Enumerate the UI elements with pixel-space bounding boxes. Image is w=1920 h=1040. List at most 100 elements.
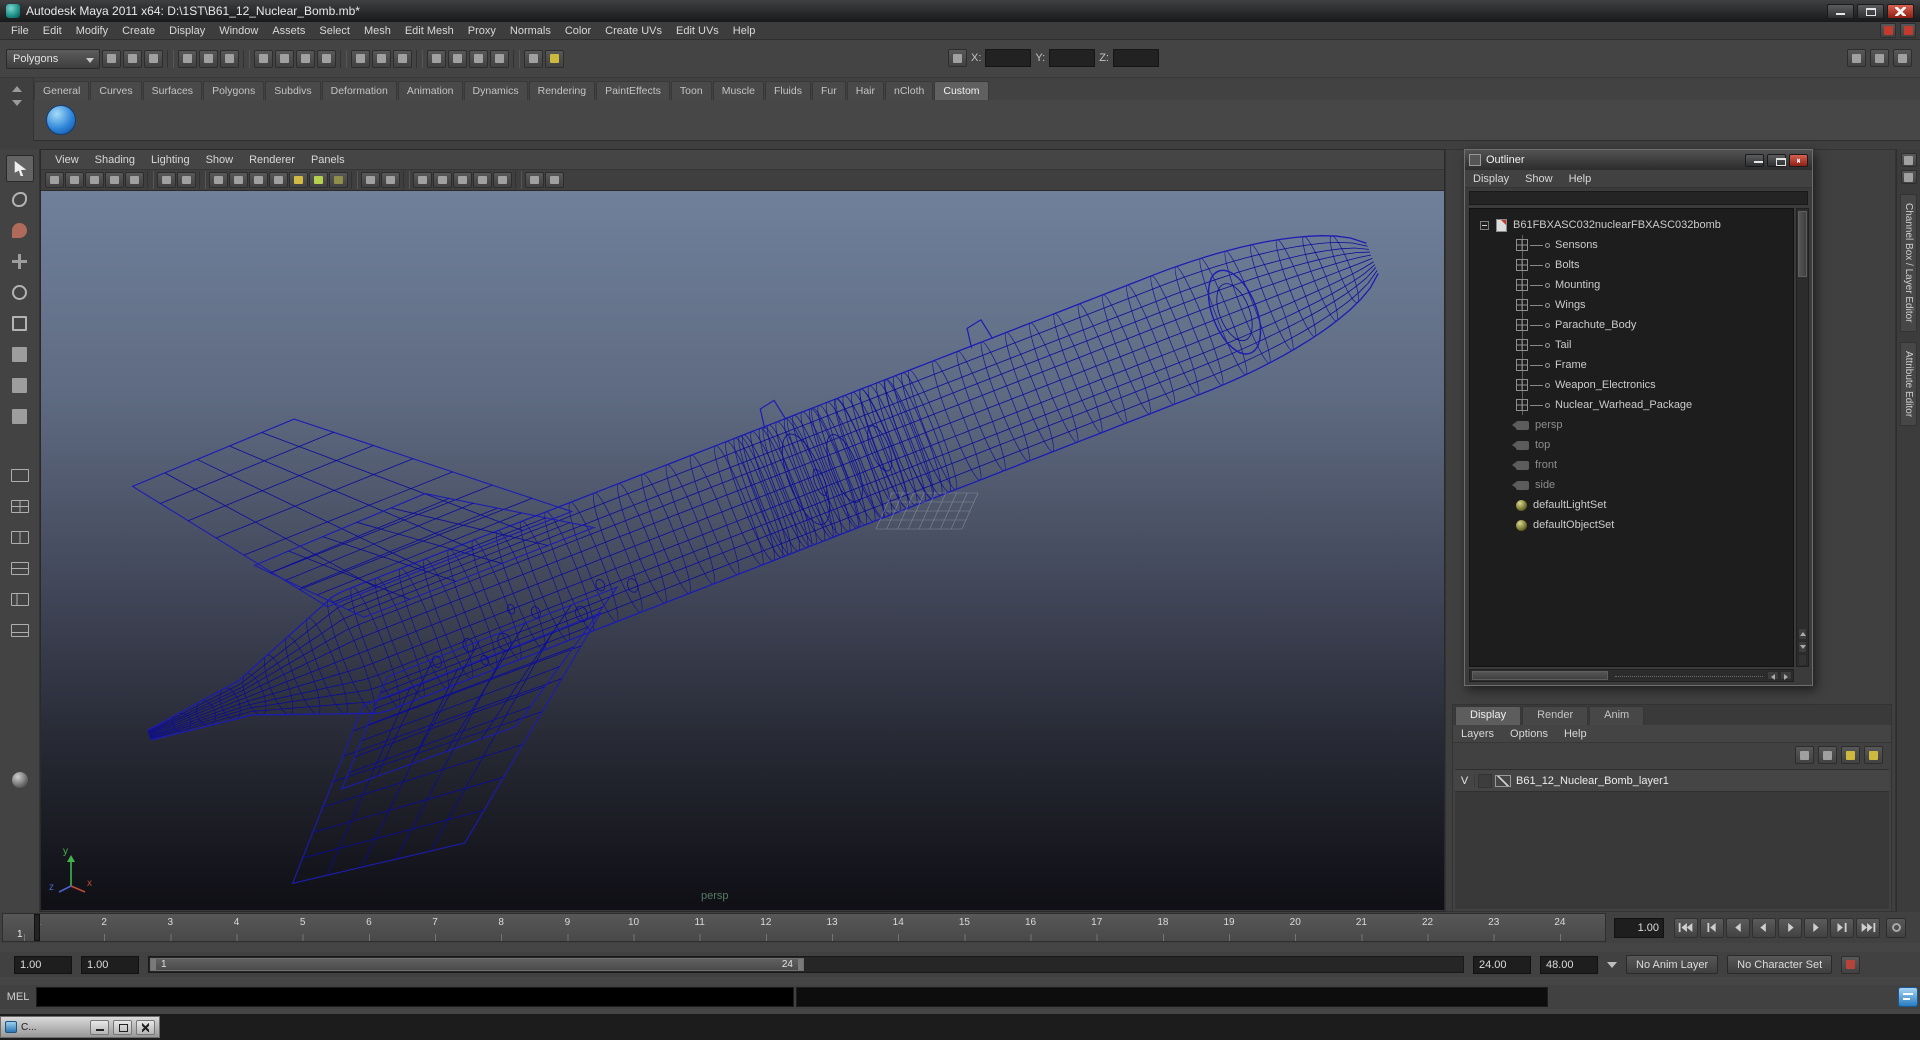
outliner-filter-input[interactable] [1469,191,1808,205]
textured-display-icon[interactable] [249,172,268,188]
select-camera-icon[interactable] [45,172,64,188]
script-editor-button[interactable] [1898,987,1918,1007]
persp-outliner-layout[interactable] [6,586,34,613]
range-slider[interactable]: 1 24 [148,956,1464,973]
menu-mesh[interactable]: Mesh [357,22,398,40]
shelf-tab-painteffects[interactable]: PaintEffects [596,81,670,100]
shelf-tab-fluids[interactable]: Fluids [764,81,811,100]
current-time-marker[interactable] [34,914,40,941]
app-badge-icon[interactable] [1880,23,1896,38]
layer-move-down-icon[interactable] [1818,746,1837,764]
scale-tool[interactable] [6,310,34,337]
image-plane-icon[interactable] [125,172,144,188]
layer-row[interactable]: V B61_12_Nuclear_Bomb_layer1 [1455,770,1889,792]
show-manipulator-tool[interactable] [6,403,34,430]
scroll-left-button[interactable] [1767,671,1779,680]
outliner-menu-help[interactable]: Help [1561,170,1600,188]
layer-menu-layers[interactable]: Layers [1453,725,1502,743]
pane-layout-icon[interactable] [1870,49,1889,67]
shelf-tab-toon[interactable]: Toon [670,81,712,100]
move-tool[interactable] [6,248,34,275]
menu-edit[interactable]: Edit [36,22,69,40]
scrollbar-thumb[interactable] [1798,211,1807,277]
shelf-tab-surfaces[interactable]: Surfaces [142,81,203,100]
shelf-tab-subdivs[interactable]: Subdivs [265,81,321,100]
select-component-icon[interactable] [220,49,239,68]
scrollbar-thumb[interactable] [1472,671,1608,680]
lighting-icon[interactable] [309,172,328,188]
single-pane-layout[interactable] [6,462,34,489]
shelf-tab-fur[interactable]: Fur [811,81,846,100]
outliner-item-wings[interactable]: Wings [1470,295,1793,315]
layer-editor-tab-display[interactable]: Display [1455,706,1522,725]
rotate-tool[interactable] [6,279,34,306]
dock-toggle-icon[interactable] [1900,153,1917,167]
render-globals-icon[interactable] [545,172,564,188]
character-set-dropdown[interactable]: No Character Set [1727,955,1833,974]
playback-start-field[interactable]: 1.00 [81,955,139,974]
scroll-right-button[interactable] [1780,671,1792,680]
menu-modify[interactable]: Modify [69,22,115,40]
animation-end-field[interactable]: 48.00 [1540,955,1598,974]
resolution-gate-icon[interactable] [433,172,452,188]
maximize-button[interactable] [1857,3,1884,19]
safe-title-icon[interactable] [493,172,512,188]
panel-close-icon[interactable] [1900,23,1916,38]
new-layer-from-selection-icon[interactable] [1864,746,1883,764]
construction-history-icon[interactable] [393,49,412,68]
anim-layer-dropdown[interactable]: No Anim Layer [1626,955,1719,974]
outliner-item-front[interactable]: front [1470,455,1793,475]
use-all-lights-icon[interactable] [269,172,288,188]
animation-start-field[interactable]: 1.00 [14,955,72,974]
miniwin-close-button[interactable] [136,1019,155,1035]
outliner-menu-display[interactable]: Display [1465,170,1517,188]
camera-attributes-icon[interactable] [85,172,104,188]
shelf-collapse-control[interactable] [0,78,34,141]
layer-name[interactable]: B61_12_Nuclear_Bomb_layer1 [1516,775,1669,787]
outliner-vertical-scrollbar[interactable] [1796,208,1809,667]
shelf-tab-deformation[interactable]: Deformation [321,81,397,100]
render-view-icon[interactable] [427,49,446,68]
layer-menu-options[interactable]: Options [1502,725,1556,743]
outliner-item-parachute-body[interactable]: Parachute_Body [1470,315,1793,335]
viewport-menu-lighting[interactable]: Lighting [143,151,198,169]
open-scene-icon[interactable] [123,49,142,68]
miniwin-minimize-button[interactable] [90,1019,109,1035]
layer-move-up-icon[interactable] [1795,746,1814,764]
outliner-item-mounting[interactable]: Mounting [1470,275,1793,295]
outliner-close-button[interactable] [1789,153,1808,167]
shelf-tab-dynamics[interactable]: Dynamics [463,81,528,100]
snap-grid-icon[interactable] [254,49,273,68]
outliner-item-sensons[interactable]: Sensons [1470,235,1793,255]
go-to-end-button[interactable] [1856,917,1880,938]
outliner-item-top[interactable]: top [1470,435,1793,455]
raise-panels-icon[interactable] [1847,49,1866,67]
step-back-key-button[interactable] [1726,917,1750,938]
select-tool[interactable] [5,155,34,182]
go-to-start-button[interactable] [1674,917,1698,938]
menu-edit-uvs[interactable]: Edit UVs [669,22,726,40]
shelf-tab-polygons[interactable]: Polygons [203,81,265,100]
animation-preferences-icon[interactable] [1886,917,1906,938]
outliner-item-weapon-electronics[interactable]: Weapon_Electronics [1470,375,1793,395]
viewport-menu-renderer[interactable]: Renderer [241,151,303,169]
snap-curve-icon[interactable] [275,49,294,68]
shadows-icon[interactable] [329,172,348,188]
render-settings-icon[interactable] [490,49,509,68]
menu-create[interactable]: Create [115,22,162,40]
outliner-title-bar[interactable]: Outliner [1465,150,1812,170]
miniwin-restore-button[interactable] [113,1019,132,1035]
select-by-name-icon[interactable] [948,49,967,67]
shelf-tab-hair[interactable]: Hair [846,81,884,100]
layer-display-type-cell[interactable] [1478,773,1492,788]
tab-attribute-editor[interactable]: Attribute Editor [1900,341,1917,426]
play-backward-button[interactable] [1752,917,1776,938]
step-forward-key-button[interactable] [1804,917,1828,938]
current-time-field[interactable]: 1.00 [1614,917,1664,938]
snap-point-icon[interactable] [296,49,315,68]
viewport-menu-view[interactable]: View [47,151,87,169]
attribute-editor-toggle-icon[interactable] [1893,49,1912,67]
make-live-icon[interactable] [372,49,391,68]
shelf-tab-general[interactable]: General [34,81,90,100]
viewport-menu-show[interactable]: Show [198,151,242,169]
